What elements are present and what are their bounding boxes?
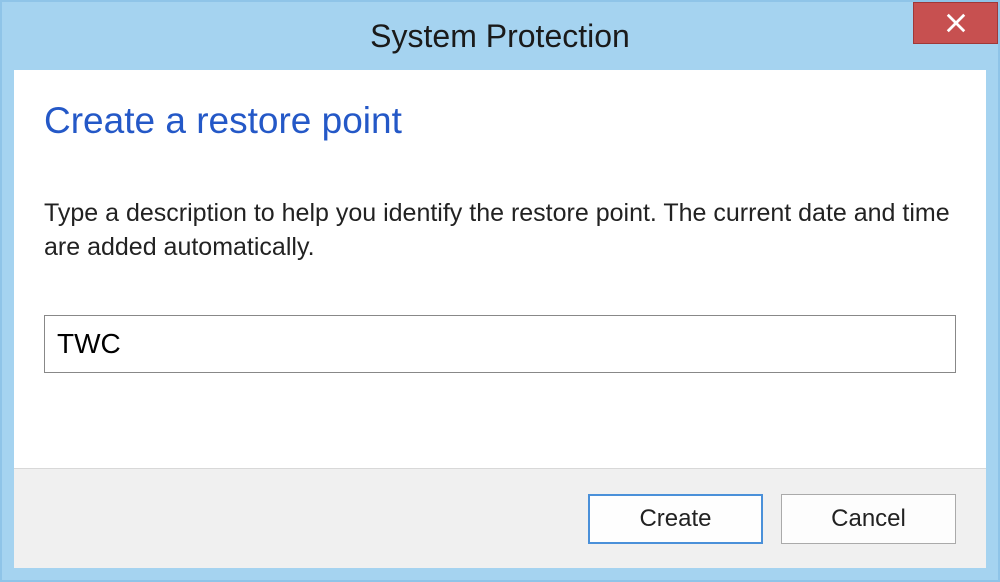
close-icon <box>945 12 967 34</box>
restore-point-name-input[interactable] <box>44 315 956 373</box>
window-bottom-border <box>2 568 998 580</box>
create-button[interactable]: Create <box>588 494 763 544</box>
dialog-window: System Protection Create a restore point… <box>0 0 1000 582</box>
titlebar: System Protection <box>2 2 998 70</box>
close-button[interactable] <box>913 2 998 44</box>
cancel-button[interactable]: Cancel <box>781 494 956 544</box>
button-bar: Create Cancel <box>14 468 986 568</box>
window-title: System Protection <box>370 18 630 55</box>
dialog-description: Type a description to help you identify … <box>44 197 956 265</box>
dialog-heading: Create a restore point <box>44 100 956 142</box>
content-area: Create a restore point Type a descriptio… <box>14 70 986 568</box>
main-content: Create a restore point Type a descriptio… <box>14 70 986 468</box>
